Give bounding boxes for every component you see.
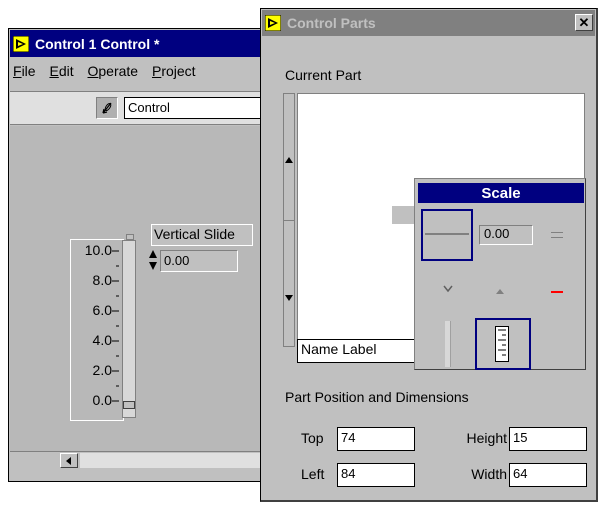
scale-option-selected[interactable]	[421, 209, 473, 261]
left-label: Left	[301, 466, 325, 482]
scale-tick-label: 8.0	[92, 272, 112, 288]
scale-ticks	[112, 250, 119, 402]
close-button[interactable]: ✕	[575, 14, 593, 31]
slide-top-arrow-icon	[126, 234, 134, 240]
increment-decrement-icon[interactable]	[148, 248, 158, 272]
labview-icon	[13, 35, 29, 52]
arrow-up-icon[interactable]	[285, 156, 293, 164]
scale-tick-label: 2.0	[92, 362, 112, 378]
palette-slot-bar[interactable]	[445, 321, 451, 367]
close-icon: ✕	[578, 14, 590, 30]
slide-track[interactable]	[122, 240, 136, 418]
scale-palette: Scale 0.00	[414, 178, 586, 370]
control-window: Control 1 Control * File Edit Operate Pr…	[8, 28, 278, 482]
preview-part-highlight	[392, 206, 416, 224]
scale-tick-label: 10.0	[84, 242, 112, 258]
arrow-down-icon[interactable]	[285, 294, 293, 302]
pen-icon	[102, 102, 112, 114]
control-parts-title: Control Parts	[287, 15, 376, 31]
menu-file[interactable]: File	[13, 63, 36, 79]
part-cycle-divider	[284, 220, 294, 221]
menu-project[interactable]: Project	[152, 63, 196, 79]
menu-bar: File Edit Operate Project	[13, 63, 275, 83]
scale-option-line	[425, 233, 469, 235]
slide-thumb[interactable]	[123, 401, 135, 409]
labview-icon	[265, 15, 281, 31]
part-cycle-control[interactable]	[283, 93, 295, 347]
width-field[interactable]: 64	[509, 463, 587, 487]
menu-operate[interactable]: Operate	[88, 63, 139, 79]
top-field[interactable]: 74	[337, 427, 415, 451]
top-label: Top	[301, 430, 324, 446]
slide-scale: 10.0 8.0 6.0 4.0 2.0 0.0	[72, 242, 120, 412]
control-type-field[interactable]: Control	[124, 97, 276, 119]
height-label: Height	[466, 430, 507, 446]
scale-ticks-preview	[495, 326, 509, 362]
pointer-up-icon[interactable]	[495, 287, 505, 295]
menu-edit[interactable]: Edit	[49, 63, 73, 79]
control-window-title: Control 1 Control *	[35, 35, 160, 52]
width-label: Width	[471, 466, 507, 482]
scale-tick-label: 4.0	[92, 332, 112, 348]
palette-digital-display[interactable]: 0.00	[479, 225, 533, 245]
scale-tick-label: 6.0	[92, 302, 112, 318]
horizontal-scrollbar[interactable]	[10, 451, 277, 469]
control-window-titlebar[interactable]: Control 1 Control *	[10, 30, 277, 57]
control-parts-titlebar[interactable]: Control Parts	[262, 10, 595, 36]
scroll-track[interactable]	[80, 453, 260, 468]
part-name-field[interactable]: Name Label	[297, 339, 417, 363]
height-field[interactable]: 15	[509, 427, 587, 451]
operate-tool-button[interactable]	[96, 97, 118, 119]
current-part-label: Current Part	[285, 67, 362, 83]
scale-tick-label: 0.0	[92, 392, 112, 408]
palette-handle-icon[interactable]	[551, 232, 563, 238]
scale-ticks-option[interactable]	[475, 318, 531, 370]
section-label: Part Position and Dimensions	[285, 389, 469, 405]
arrow-left-icon	[66, 456, 71, 465]
scale-palette-title: Scale	[481, 184, 521, 202]
pointer-down-icon[interactable]	[443, 285, 453, 293]
left-field[interactable]: 84	[337, 463, 415, 487]
front-panel: Vertical Slide 10.0 8.0 6.0 4.0 2.0 0.0	[10, 126, 260, 451]
toolbar: Control	[10, 91, 277, 125]
scale-palette-titlebar[interactable]: Scale	[418, 183, 584, 203]
slide-digital-display[interactable]: 0.00	[160, 250, 238, 272]
red-marker-icon[interactable]	[551, 291, 563, 293]
scroll-left-button[interactable]	[60, 453, 78, 468]
vertical-slide-label: Vertical Slide	[151, 224, 253, 246]
